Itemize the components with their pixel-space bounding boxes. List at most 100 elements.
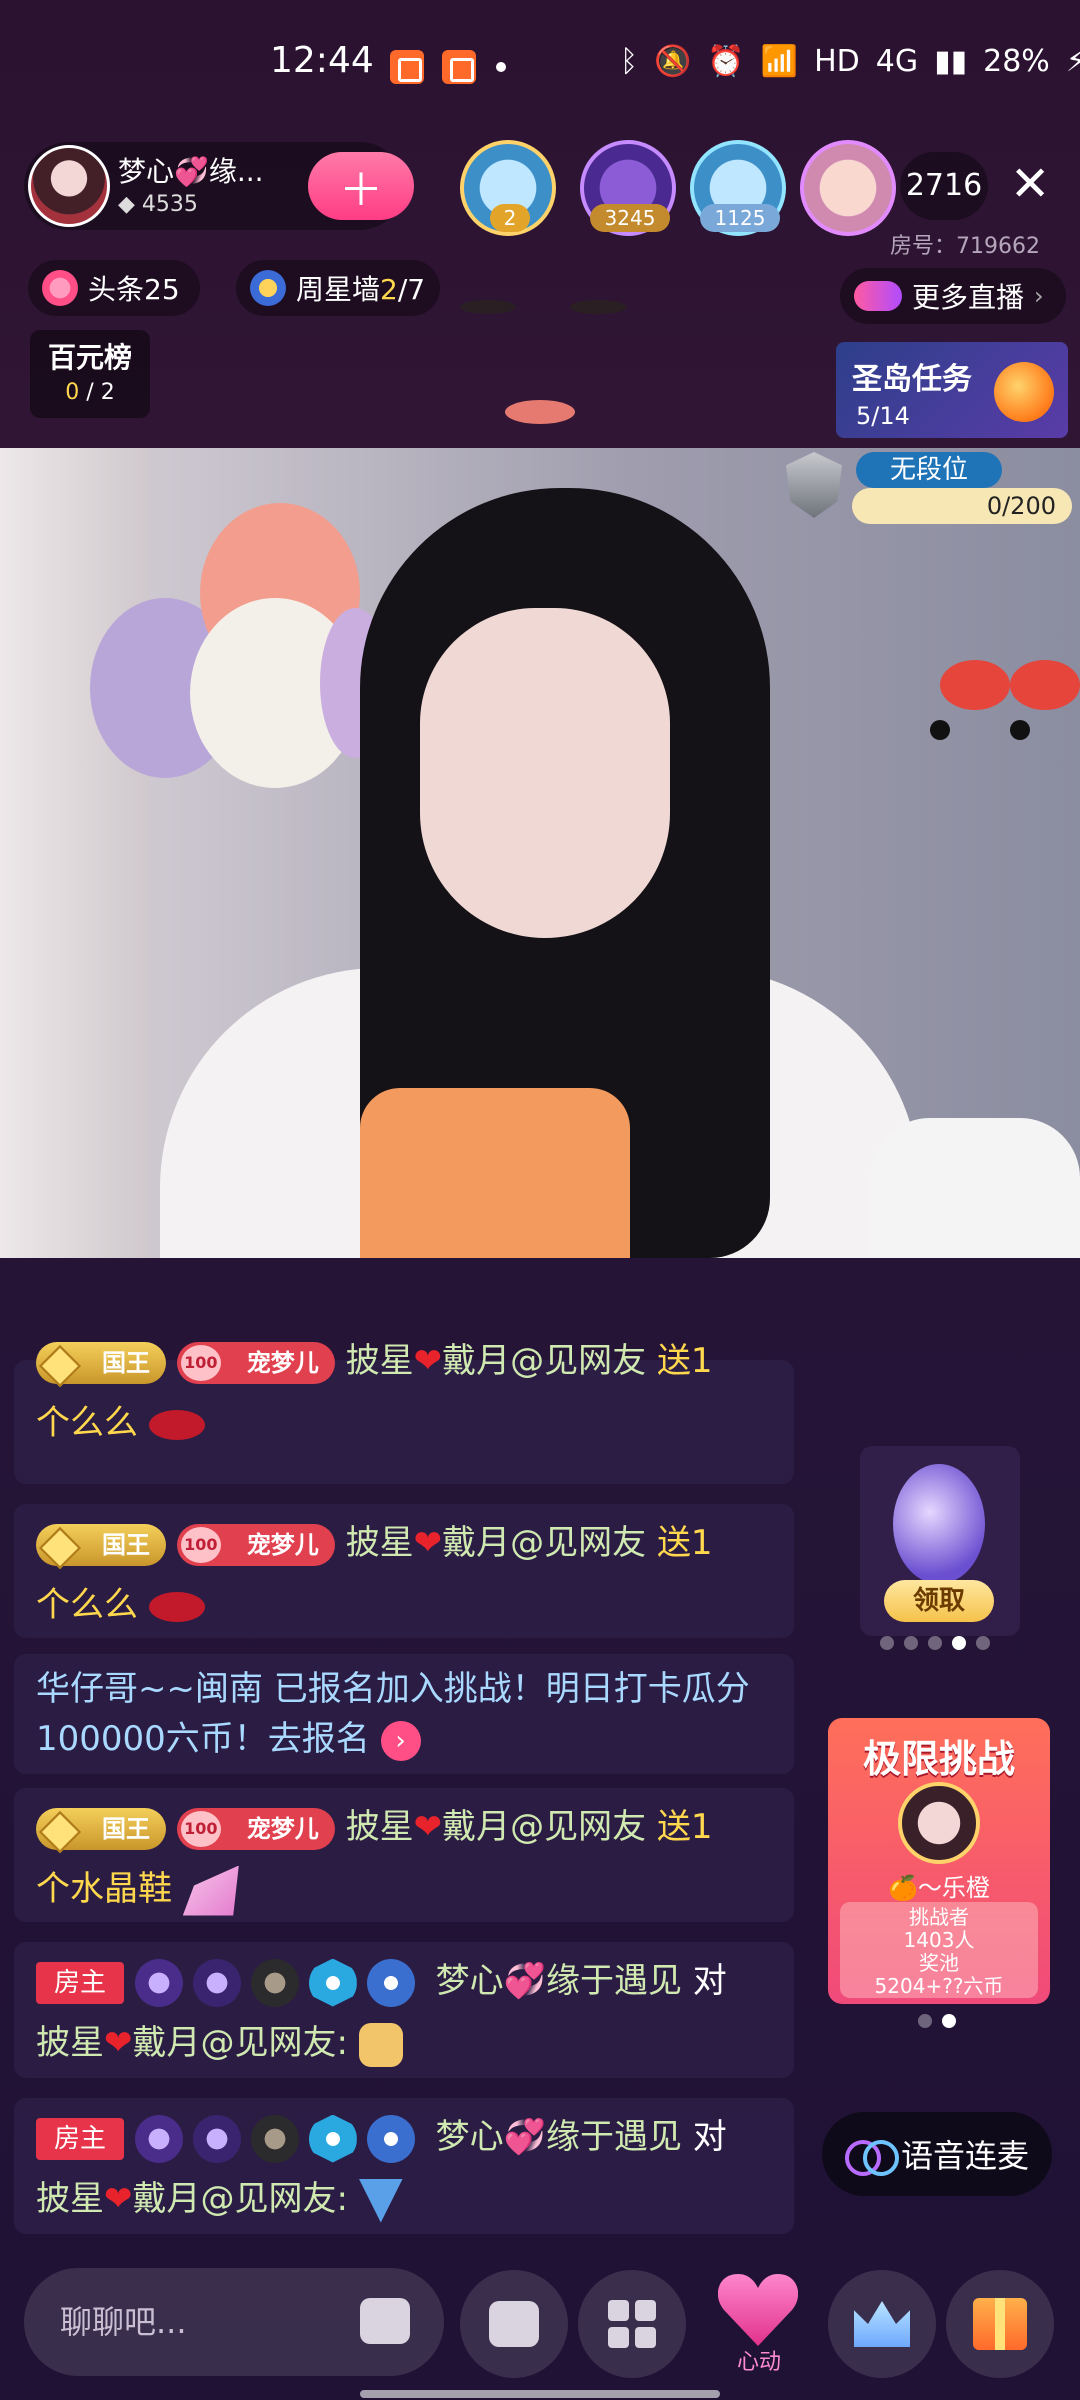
chat-username: 梦心💞缘于遇见 [435, 2117, 682, 2157]
gift-button[interactable] [946, 2270, 1054, 2378]
extreme-challenge-banner[interactable]: 极限挑战 🍊～乐橙 挑战者 1403人 奖池 5204+??六币 [828, 1718, 1050, 2004]
streamer-lips [505, 400, 575, 424]
pager-dot-active [942, 2014, 956, 2028]
gift-verb: 送1 [656, 1341, 713, 1381]
pager-dot [904, 1636, 918, 1650]
heart-icon [718, 2270, 798, 2346]
hundred-yuan-rank[interactable]: 百元榜 0 / 2 [30, 330, 150, 418]
more-apps-button[interactable] [578, 2270, 686, 2378]
king-badge: 国王 [36, 1807, 166, 1850]
more-live-button[interactable]: 更多直播 › [840, 268, 1066, 324]
chat-username: 披星❤戴月@见网友 [346, 1341, 647, 1381]
toy-eye [930, 720, 950, 740]
arrow-right-icon[interactable]: › [380, 1720, 421, 1761]
wifi-icon: 📶 [760, 44, 799, 79]
chevron-right-icon: › [1034, 282, 1044, 310]
island-task-banner[interactable]: 圣岛任务 5/14 [836, 342, 1068, 438]
username-part: 披星 [345, 1523, 414, 1563]
gift-name: 个么么 [36, 1403, 138, 1443]
level-emoji-icon [358, 2178, 403, 2223]
chat-verb: 对 [692, 2117, 727, 2157]
challenge-title: 极限挑战 [862, 1737, 1015, 1781]
live-video[interactable] [0, 448, 1080, 1258]
app-notification-icon [390, 50, 424, 84]
home-indicator[interactable] [360, 2390, 720, 2398]
kiss-gift-icon [148, 1591, 205, 1622]
username-part: 戴月@见网友 [442, 1523, 647, 1563]
target-part: 戴月@见网友: [132, 2023, 348, 2063]
system-icons: ᛒ 🔕 ⏰ 📶 HD 4G ▮▮ 28% ⚡ [620, 44, 1080, 79]
weekstar-button[interactable]: 周星墙2/7 [236, 260, 440, 316]
viewer-badge: 3245 [590, 204, 670, 232]
network-type: HD [814, 44, 860, 79]
comment-button[interactable] [460, 2270, 568, 2378]
online-count[interactable]: 2716 [900, 152, 988, 220]
chat-username: 梦心💞缘于遇见 [435, 1961, 682, 2001]
fan-badge: 宠梦儿 [176, 1341, 335, 1384]
toy-ear [1010, 660, 1080, 710]
weekstar-prefix: 周星墙 [296, 273, 381, 306]
heart-icon: ❤ [104, 2023, 133, 2063]
weekstar-total: /7 [397, 273, 426, 306]
gift-icon [973, 2298, 1027, 2350]
pager-dot [918, 2014, 932, 2028]
medal-icon [134, 2114, 183, 2163]
heart-icon: ❤ [413, 1523, 443, 1563]
grid-icon [608, 2300, 656, 2348]
egg-icon [893, 1464, 985, 1584]
star-icon [250, 270, 286, 306]
anchor-score-value: 4535 [141, 192, 198, 217]
medal-icon [308, 1958, 357, 2007]
rank-title: 百元榜 [47, 341, 132, 374]
challenger-avatar [898, 1782, 980, 1864]
voice-link-label: 语音连麦 [900, 2137, 1029, 2175]
challenger-count: 1403人 [903, 1928, 975, 1952]
chat-message[interactable]: 房主 梦心💞缘于遇见 对 披星❤戴月@见网友: [14, 2098, 794, 2234]
streamer-top [360, 1088, 630, 1258]
anchor-name: 梦心💞缘... [118, 155, 264, 188]
gift-name: 个水晶鞋 [36, 1869, 172, 1909]
more-notifications-dot [496, 62, 506, 72]
toy-eye [1010, 720, 1030, 740]
chat-message[interactable]: 国王 宠梦儿 披星❤戴月@见网友 送1 个水晶鞋 [14, 1788, 794, 1922]
medal-icon [192, 2114, 241, 2163]
chat-message[interactable]: 房主 梦心💞缘于遇见 对 披星❤戴月@见网友: [14, 1942, 794, 2078]
sofa-icon[interactable] [360, 2298, 410, 2344]
headline-button[interactable]: 头条25 [28, 260, 200, 316]
heartbeat-button[interactable]: 心动 [700, 2256, 818, 2386]
top-viewer-avatar[interactable] [800, 140, 896, 236]
crown-icon [854, 2301, 910, 2347]
curtain-background [0, 448, 150, 1258]
alarm-icon: ⏰ [707, 44, 745, 79]
headline-label: 头条25 [88, 273, 180, 306]
rank-progress-total: / 2 [79, 380, 115, 405]
claim-button[interactable]: 领取 [884, 1580, 994, 1622]
battery-level: 28% [983, 44, 1050, 79]
username-part: 披星 [345, 1341, 414, 1381]
chat-system-message[interactable]: 华仔哥~~闽南 已报名加入挑战！明日打卡瓜分100000六币！去报名 › [14, 1654, 794, 1774]
rank-tier-label[interactable]: 无段位 [856, 452, 1002, 488]
chat-username: 披星❤戴月@见网友 [346, 1523, 647, 1563]
pool-value: 5204+??六币 [874, 1974, 1004, 1998]
toy-ear [940, 660, 1010, 710]
viewer-badge: 1125 [700, 204, 780, 232]
link-icon [844, 2140, 899, 2176]
heart-icon: ❤ [104, 2179, 133, 2219]
fan-badge: 宠梦儿 [176, 1523, 335, 1566]
follow-button[interactable]: ＋ [308, 152, 414, 220]
clock: 12:44 [270, 40, 374, 81]
medal-icon [366, 1958, 415, 2007]
pager-dot [928, 1636, 942, 1650]
host-badge: 房主 [36, 2117, 124, 2160]
pager-dot [880, 1636, 894, 1650]
status-bar: 12:44 ᛒ 🔕 ⏰ 📶 HD 4G ▮▮ 28% ⚡ [0, 30, 1080, 110]
crown-button[interactable] [828, 2270, 936, 2378]
chat-message[interactable]: 国王 宠梦儿 披星❤戴月@见网友 送1 个么么 [14, 1504, 794, 1638]
close-icon[interactable]: ✕ [1010, 160, 1050, 208]
challenger-label: 挑战者 [909, 1905, 969, 1929]
anchor-avatar[interactable] [28, 145, 110, 227]
chat-message[interactable]: 国王 宠梦儿 披星❤戴月@见网友 送1 个么么 [14, 1341, 794, 1484]
rank-tier-progress: 0/200 [852, 488, 1072, 524]
rank-progress-value: 0 [65, 380, 80, 405]
voice-link-button[interactable]: 语音连麦 [822, 2112, 1052, 2196]
